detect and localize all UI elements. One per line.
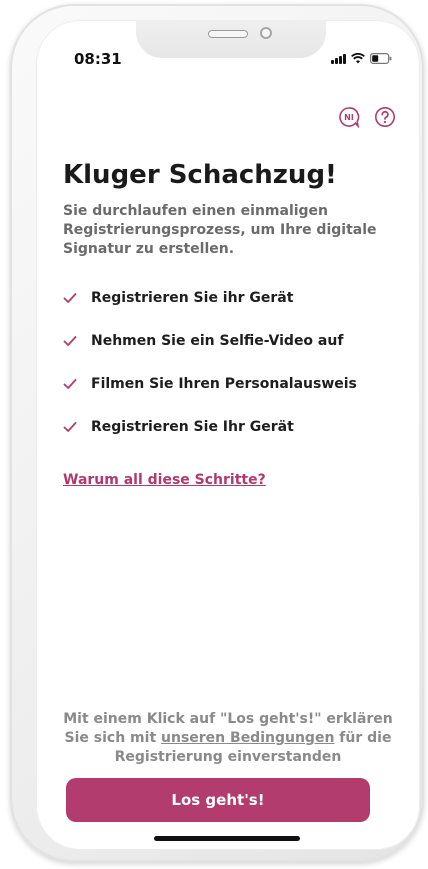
signal-icon (331, 52, 346, 64)
check-icon (63, 419, 79, 435)
battery-icon (370, 53, 392, 64)
step-label: Registrieren Sie Ihr Gerät (91, 418, 294, 435)
phone-screen: 08:31 NI Kluger Schachzug! Sie durchlauf… (36, 20, 420, 850)
terms-link[interactable]: unseren Bedingungen (161, 730, 334, 746)
header-icons: NI (338, 106, 396, 128)
step-label: Registrieren Sie ihr Gerät (91, 289, 294, 306)
why-steps-link[interactable]: Warum all diese Schritte? (63, 472, 266, 488)
check-icon (63, 376, 79, 392)
step-item: Registrieren Sie Ihr Gerät (63, 405, 357, 448)
question-mark-icon[interactable] (374, 106, 396, 128)
check-icon (63, 290, 79, 306)
intro-text: Sie durchlaufen einen einmaligen Registr… (63, 203, 377, 257)
consent-text: Mit einem Klick auf "Los geht's!" erklär… (56, 710, 400, 767)
language-ni-icon[interactable]: NI (338, 106, 360, 128)
svg-text:NI: NI (344, 113, 354, 122)
step-label: Nehmen Sie ein Selfie-Video auf (91, 332, 344, 349)
notch (136, 20, 326, 58)
status-icons (331, 50, 392, 64)
check-icon (63, 333, 79, 349)
wifi-icon (351, 53, 365, 64)
step-label: Filmen Sie Ihren Personalausweis (91, 375, 357, 392)
stage: 08:31 NI Kluger Schachzug! Sie durchlauf… (0, 0, 428, 869)
step-item: Nehmen Sie ein Selfie-Video auf (63, 319, 357, 362)
step-item: Registrieren Sie ihr Gerät (63, 276, 357, 319)
step-item: Filmen Sie Ihren Personalausweis (63, 362, 357, 405)
start-button[interactable]: Los geht's! (66, 778, 370, 822)
front-camera (260, 27, 272, 39)
status-time: 08:31 (74, 50, 122, 68)
home-indicator[interactable] (154, 836, 300, 841)
steps-list: Registrieren Sie ihr Gerät Nehmen Sie ei… (63, 276, 357, 448)
speaker-grille (208, 30, 248, 38)
page-title: Kluger Schachzug! (63, 160, 337, 190)
phone-frame: 08:31 NI Kluger Schachzug! Sie durchlauf… (10, 4, 424, 862)
